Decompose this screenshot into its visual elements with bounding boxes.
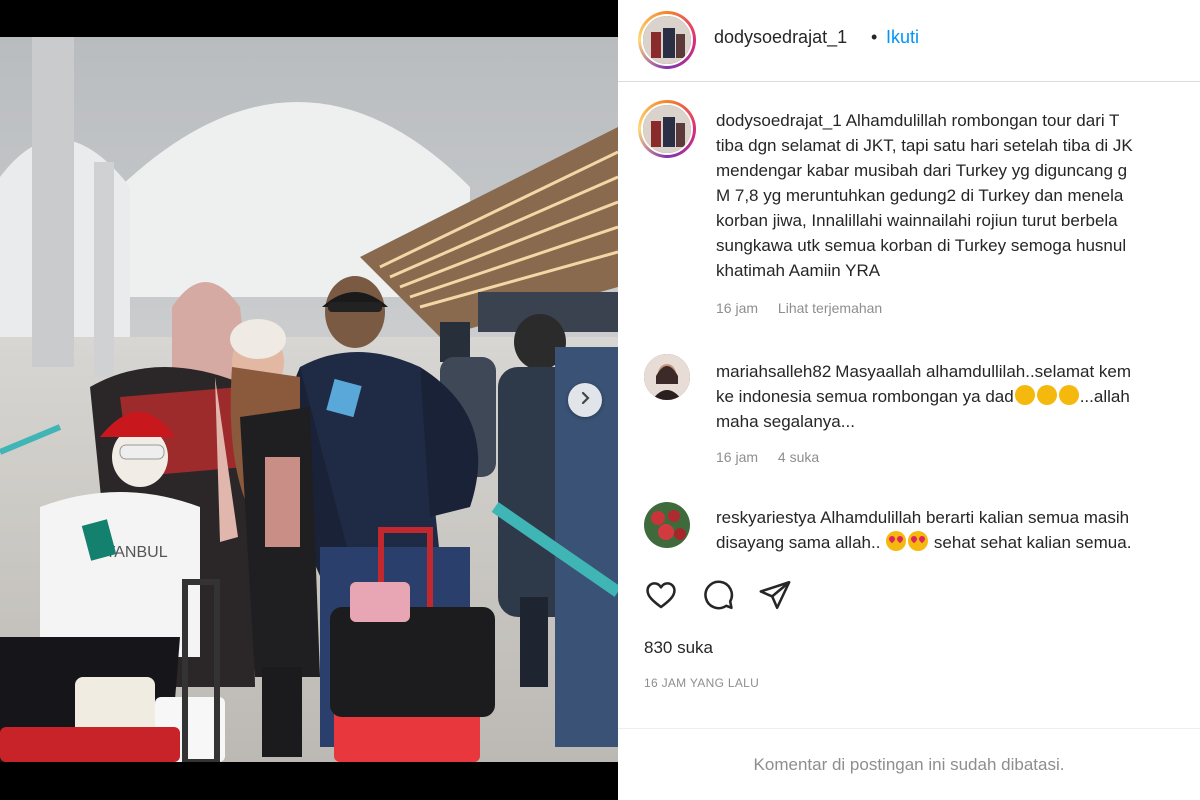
caption-line: khatimah Aamiin YRA bbox=[716, 261, 881, 280]
comments-limited-bar: Komentar di postingan ini sudah dibatasi… bbox=[618, 728, 1200, 800]
caption-time[interactable]: 16 jam bbox=[716, 300, 758, 316]
comment-line: ...allah bbox=[1079, 387, 1130, 406]
caption-line: M 7,8 yg meruntuhkan gedung2 di Turkey d… bbox=[716, 186, 1124, 205]
commenter-avatar[interactable] bbox=[644, 354, 690, 400]
post-timestamp: 16 JAM YANG LALU bbox=[644, 676, 760, 690]
caption-line: korban jiwa, Innalillahi wainnailahi roj… bbox=[716, 211, 1118, 230]
comment-text: mariahsalleh82 Masyaallah alhamdullilah..… bbox=[716, 359, 1131, 434]
comment-text: reskyariestya Alhamdulillah berarti kalia… bbox=[716, 505, 1131, 555]
airport-group-photo: STANBUL bbox=[0, 37, 618, 762]
caption-line: mendengar kabar musibah dari Turkey yg d… bbox=[716, 161, 1128, 180]
caption-meta: 16 jam Lihat terjemahan bbox=[716, 300, 898, 316]
post-photo[interactable]: STANBUL bbox=[0, 37, 618, 762]
heart-eyes-emoji-icon bbox=[908, 531, 929, 551]
separator-dot: • bbox=[871, 27, 878, 47]
action-bar bbox=[644, 578, 844, 614]
caption-line: Alhamdulillah rombongan tour dari T bbox=[845, 111, 1120, 130]
comment-bubble-icon[interactable] bbox=[701, 578, 735, 612]
follow-button[interactable]: Ikuti bbox=[886, 27, 919, 48]
comment-line: Masyaallah alhamdullilah..selamat kem bbox=[835, 362, 1132, 381]
caption-avatar[interactable] bbox=[638, 100, 696, 158]
photo-pane: STANBUL bbox=[0, 0, 618, 800]
hugging-emoji-icon bbox=[1014, 385, 1035, 405]
comment-likes[interactable]: 4 suka bbox=[778, 449, 819, 465]
comment-username[interactable]: reskyariestya bbox=[716, 508, 816, 527]
comment-line: disayang sama allah.. bbox=[716, 533, 881, 552]
post-side-panel: dodysoedrajat_1 • Ikuti dodysoedrajat_1 A… bbox=[618, 0, 1200, 800]
caption-username[interactable]: dodysoedrajat_1 bbox=[716, 111, 842, 130]
comments-limited-message: Komentar di postingan ini sudah dibatasi… bbox=[753, 755, 1065, 774]
author-avatar[interactable] bbox=[638, 11, 696, 69]
heart-icon[interactable] bbox=[644, 578, 678, 612]
heart-eyes-emoji-icon bbox=[886, 531, 907, 551]
translate-link[interactable]: Lihat terjemahan bbox=[778, 300, 882, 316]
carousel-next-button[interactable] bbox=[568, 383, 602, 417]
comment-line: maha segalanya... bbox=[716, 412, 855, 431]
comment-line: ke indonesia semua rombongan ya dad bbox=[716, 387, 1014, 406]
likes-count[interactable]: 830 suka bbox=[644, 638, 713, 658]
comment-line: sehat sehat kalian semua. bbox=[933, 533, 1132, 552]
hugging-emoji-icon bbox=[1058, 385, 1079, 405]
caption-text: dodysoedrajat_1 Alhamdulillah rombongan t… bbox=[716, 108, 1133, 283]
author-username[interactable]: dodysoedrajat_1 bbox=[714, 27, 847, 48]
comment-meta: 16 jam 4 suka bbox=[716, 449, 835, 465]
commenter-avatar[interactable] bbox=[644, 502, 690, 548]
caption-line: sungkawa utk semua korban di Turkey semo… bbox=[716, 236, 1127, 255]
comment-line: Alhamdulillah berarti kalian semua masih bbox=[820, 508, 1130, 527]
comment-username[interactable]: mariahsalleh82 bbox=[716, 362, 831, 381]
hugging-emoji-icon bbox=[1036, 385, 1057, 405]
paper-plane-icon[interactable] bbox=[758, 578, 792, 612]
post-header: dodysoedrajat_1 • Ikuti bbox=[618, 0, 1200, 82]
comment-time[interactable]: 16 jam bbox=[716, 449, 758, 465]
caption-line: tiba dgn selamat di JKT, tapi satu hari … bbox=[716, 136, 1133, 155]
chevron-right-icon bbox=[578, 391, 592, 410]
